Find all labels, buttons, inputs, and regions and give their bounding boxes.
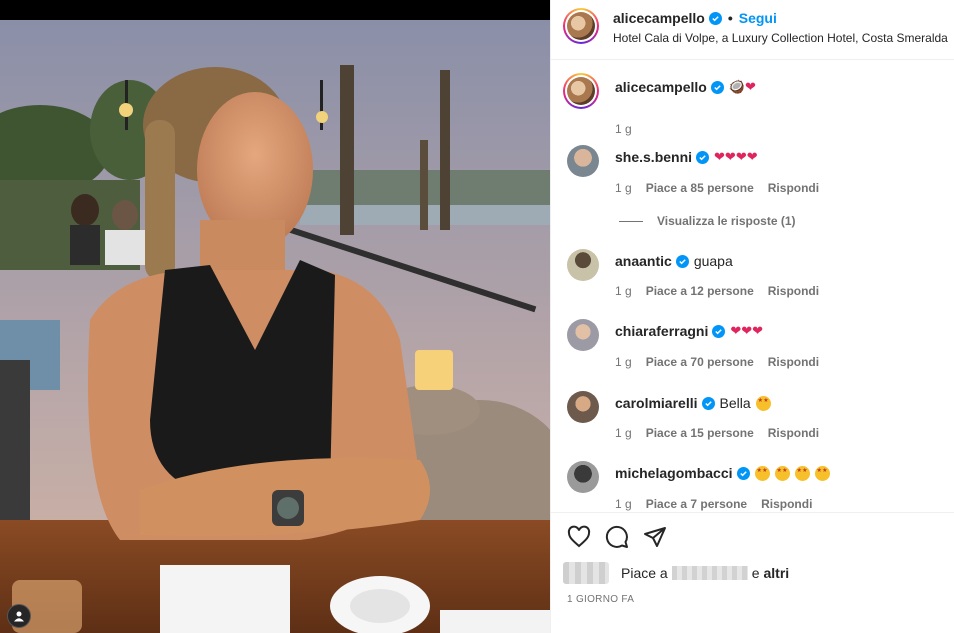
post-photo[interactable]: [0, 20, 550, 633]
view-replies-label[interactable]: Visualizza le risposte (1): [657, 214, 796, 228]
author-username[interactable]: alicecampello: [613, 10, 705, 26]
post-details-panel: alicecampello • Segui Hotel Cala di Volp…: [550, 0, 954, 633]
comment-body: ❤❤❤: [730, 323, 764, 339]
comments-list[interactable]: alicecampello 🥥❤ 1 g she.s.benni ❤❤❤❤ 1 …: [551, 61, 954, 511]
comment-text-row: carolmiarelli Bella: [615, 395, 771, 411]
verified-badge-icon: [736, 466, 750, 480]
likers-avatars-blurred: [563, 562, 609, 584]
comment-time[interactable]: 1 g: [615, 284, 632, 298]
post-actions-bar: [551, 512, 954, 560]
comment-body: ❤❤❤❤: [714, 149, 758, 165]
comment-likes[interactable]: Piace a 70 persone: [646, 355, 754, 369]
comment-likes[interactable]: Piace a 7 persone: [646, 497, 747, 511]
caption-username-label[interactable]: alicecampello: [615, 79, 707, 95]
comment-text-row: she.s.benni ❤❤❤❤: [615, 149, 758, 165]
caption-avatar[interactable]: [563, 73, 599, 109]
verified-badge-icon: [696, 150, 710, 164]
comment-time[interactable]: 1 g: [615, 426, 632, 440]
comment-avatar[interactable]: [567, 461, 599, 493]
verified-badge-icon: [708, 11, 722, 25]
caption-meta: 1 g: [615, 122, 632, 136]
post-date[interactable]: 1 GIORNO FA: [567, 594, 634, 605]
comment-avatar[interactable]: [567, 391, 599, 423]
caption-username[interactable]: alicecampello: [615, 79, 724, 95]
comment-username-label[interactable]: michelagombacci: [615, 465, 733, 481]
comment-username[interactable]: carolmiarelli: [615, 395, 715, 411]
star-struck-emoji-icon: [774, 465, 790, 481]
comment-avatar[interactable]: [567, 319, 599, 351]
comment-meta: 1 g Piace a 12 persone Rispondi: [615, 284, 819, 298]
heart-outline-icon[interactable]: [567, 525, 591, 549]
paper-plane-icon[interactable]: [643, 525, 667, 549]
comment-time[interactable]: 1 g: [615, 355, 632, 369]
view-replies-button[interactable]: Visualizza le risposte (1): [619, 214, 796, 228]
author-row: alicecampello • Segui: [613, 10, 777, 26]
comment-meta: 1 g Piace a 7 persone Rispondi: [615, 497, 812, 511]
comment-username[interactable]: she.s.benni: [615, 149, 710, 165]
likes-prefix: Piace a: [621, 565, 668, 581]
reply-button[interactable]: Rispondi: [768, 284, 819, 298]
comment-username-label[interactable]: anaantic: [615, 253, 672, 269]
post-header: alicecampello • Segui Hotel Cala di Volp…: [551, 0, 954, 60]
reply-button[interactable]: Rispondi: [768, 426, 819, 440]
comment-likes[interactable]: Piace a 12 persone: [646, 284, 754, 298]
likes-others-link[interactable]: altri: [764, 565, 790, 581]
comment-username-label[interactable]: carolmiarelli: [615, 395, 698, 411]
comment-likes[interactable]: Piace a 15 persone: [646, 426, 754, 440]
comment-text-row: anaantic guapa: [615, 253, 733, 269]
comment-username[interactable]: chiaraferragni: [615, 323, 726, 339]
star-struck-emoji-icon: [814, 465, 830, 481]
comment-meta: 1 g Piace a 70 persone Rispondi: [615, 355, 819, 369]
comment-meta: 1 g Piace a 85 persone Rispondi: [615, 181, 819, 195]
star-struck-emoji-icon: [754, 465, 770, 481]
likes-conjunction: e: [751, 565, 760, 581]
comment-meta: 1 g Piace a 15 persone Rispondi: [615, 426, 819, 440]
author-avatar[interactable]: [563, 8, 599, 44]
star-struck-emoji-icon: [755, 395, 771, 411]
comment-text-row: michelagombacci: [615, 465, 830, 481]
post-location[interactable]: Hotel Cala di Volpe, a Luxury Collection…: [613, 31, 948, 45]
liker-name-blurred[interactable]: [671, 566, 748, 580]
reply-button[interactable]: Rispondi: [768, 355, 819, 369]
comment-time[interactable]: 1 g: [615, 181, 632, 195]
separator-dot: •: [727, 10, 733, 26]
tagged-user-icon[interactable]: [7, 604, 31, 628]
caption-emojis: 🥥❤: [728, 79, 756, 95]
comment-avatar[interactable]: [567, 249, 599, 281]
verified-badge-icon: [701, 396, 715, 410]
comment-username-label[interactable]: chiaraferragni: [615, 323, 708, 339]
replies-divider: [619, 220, 643, 222]
caption-time[interactable]: 1 g: [615, 122, 632, 136]
reply-button[interactable]: Rispondi: [761, 497, 812, 511]
comment-body: guapa: [693, 253, 733, 269]
comment-username[interactable]: michelagombacci: [615, 465, 750, 481]
comment-likes[interactable]: Piace a 85 persone: [646, 181, 754, 195]
verified-badge-icon: [712, 324, 726, 338]
caption-text-row: alicecampello 🥥❤: [615, 79, 756, 95]
comment-time[interactable]: 1 g: [615, 497, 632, 511]
comment-text-row: chiaraferragni ❤❤❤: [615, 323, 763, 339]
likes-summary[interactable]: Piace a e altri: [563, 562, 789, 584]
star-struck-emoji-icon: [794, 465, 810, 481]
comment-username[interactable]: anaantic: [615, 253, 689, 269]
post-media[interactable]: [0, 0, 550, 633]
follow-button[interactable]: Segui: [739, 10, 777, 26]
comment-bubble-icon[interactable]: [605, 525, 629, 549]
comment-avatar[interactable]: [567, 145, 599, 177]
media-top-bar: [0, 0, 550, 20]
verified-badge-icon: [710, 80, 724, 94]
photo-illustration: [0, 20, 550, 633]
comment-body: Bella: [719, 395, 751, 411]
comment-username-label[interactable]: she.s.benni: [615, 149, 692, 165]
verified-badge-icon: [675, 254, 689, 268]
reply-button[interactable]: Rispondi: [768, 181, 819, 195]
